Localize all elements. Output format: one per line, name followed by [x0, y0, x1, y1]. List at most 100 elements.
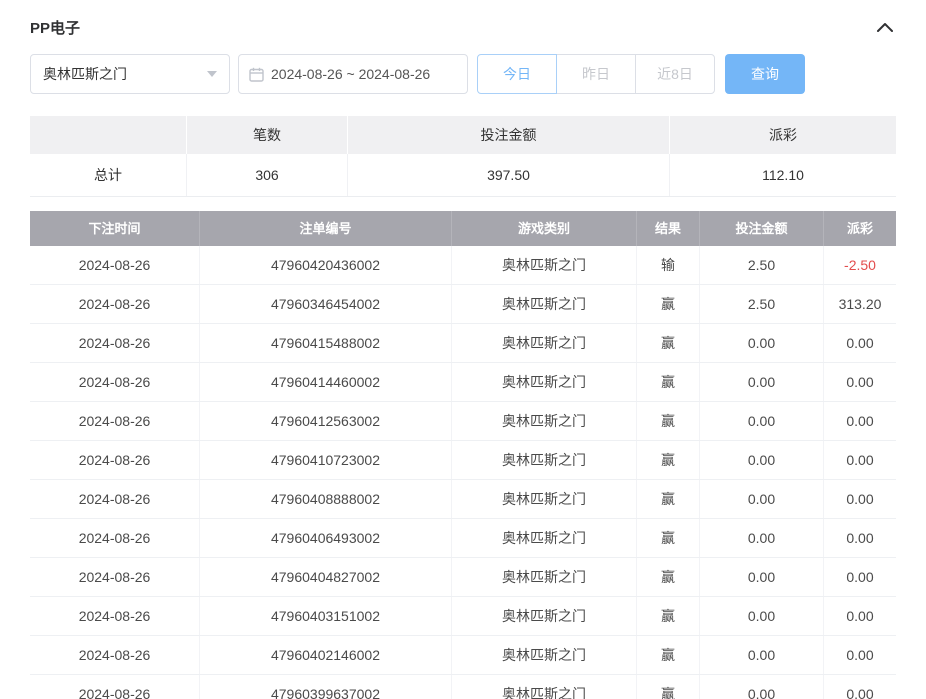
table-body: 2024-08-2647960420436002奥林匹斯之门输2.50-2.50… — [30, 246, 896, 699]
table-cell: 2024-08-26 — [30, 636, 200, 674]
table-cell: 0.00 — [824, 519, 896, 557]
table-cell: 0.00 — [824, 558, 896, 596]
table-cell: -2.50 — [824, 246, 896, 284]
table-cell: 奥林匹斯之门 — [452, 558, 637, 596]
table-cell: 赢 — [637, 636, 700, 674]
table-cell: 0.00 — [824, 441, 896, 479]
table-header-cell: 派彩 — [824, 211, 896, 246]
table-cell: 赢 — [637, 285, 700, 323]
table-cell: 0.00 — [824, 636, 896, 674]
table-cell: 0.00 — [700, 675, 824, 699]
quick-filter-button[interactable]: 今日 — [477, 54, 557, 94]
table-header-cell: 游戏类别 — [452, 211, 637, 246]
game-select-value: 奥林匹斯之门 — [43, 64, 127, 84]
summary-header-cell: 派彩 — [670, 116, 896, 154]
table-cell: 2024-08-26 — [30, 480, 200, 518]
table-cell: 奥林匹斯之门 — [452, 636, 637, 674]
table-row: 2024-08-2647960399637002奥林匹斯之门赢0.000.00 — [30, 675, 896, 699]
table-row: 2024-08-2647960403151002奥林匹斯之门赢0.000.00 — [30, 597, 896, 636]
table-cell: 奥林匹斯之门 — [452, 675, 637, 699]
table-cell: 赢 — [637, 402, 700, 440]
table-cell: 奥林匹斯之门 — [452, 363, 637, 401]
table-cell: 2024-08-26 — [30, 519, 200, 557]
table-cell: 奥林匹斯之门 — [452, 597, 637, 635]
summary-bet-amount-value: 397.50 — [348, 154, 670, 196]
table-cell: 0.00 — [700, 441, 824, 479]
table-cell: 0.00 — [824, 324, 896, 362]
search-button[interactable]: 查询 — [725, 54, 805, 94]
summary-header-cell: 笔数 — [187, 116, 348, 154]
table-cell: 0.00 — [824, 675, 896, 699]
table-cell: 奥林匹斯之门 — [452, 519, 637, 557]
table-cell: 2024-08-26 — [30, 597, 200, 635]
table-cell: 奥林匹斯之门 — [452, 285, 637, 323]
table-cell: 47960415488002 — [200, 324, 452, 362]
summary-header-cell — [30, 116, 187, 154]
filter-bar: 奥林匹斯之门 2024-08-26 ~ 2024-08-26 今日昨日近8日 查… — [30, 54, 896, 94]
table-cell: 赢 — [637, 324, 700, 362]
table-row: 2024-08-2647960404827002奥林匹斯之门赢0.000.00 — [30, 558, 896, 597]
table-row: 2024-08-2647960406493002奥林匹斯之门赢0.000.00 — [30, 519, 896, 558]
table-cell: 2024-08-26 — [30, 402, 200, 440]
table-cell: 0.00 — [700, 597, 824, 635]
table-cell: 0.00 — [700, 519, 824, 557]
table-cell: 0.00 — [824, 363, 896, 401]
table-cell: 47960420436002 — [200, 246, 452, 284]
table-cell: 0.00 — [700, 636, 824, 674]
chevron-up-icon — [876, 21, 894, 36]
table-cell: 47960404827002 — [200, 558, 452, 596]
table-cell: 47960410723002 — [200, 441, 452, 479]
table-cell: 47960412563002 — [200, 402, 452, 440]
table-cell: 0.00 — [824, 597, 896, 635]
table-cell: 2024-08-26 — [30, 285, 200, 323]
table-cell: 313.20 — [824, 285, 896, 323]
table-cell: 2024-08-26 — [30, 324, 200, 362]
table-cell: 奥林匹斯之门 — [452, 402, 637, 440]
table-cell: 47960346454002 — [200, 285, 452, 323]
table-cell: 47960408888002 — [200, 480, 452, 518]
table-cell: 0.00 — [700, 402, 824, 440]
table-cell: 47960403151002 — [200, 597, 452, 635]
quick-filter-button[interactable]: 昨日 — [556, 54, 636, 94]
table-cell: 0.00 — [700, 363, 824, 401]
table-cell: 赢 — [637, 519, 700, 557]
panel-title: PP电子 — [30, 17, 80, 38]
table-cell: 2024-08-26 — [30, 675, 200, 699]
summary-total-row: 总计 306 397.50 112.10 — [30, 154, 896, 197]
table-row: 2024-08-2647960414460002奥林匹斯之门赢0.000.00 — [30, 363, 896, 402]
date-range-value: 2024-08-26 ~ 2024-08-26 — [271, 66, 430, 82]
table-cell: 奥林匹斯之门 — [452, 441, 637, 479]
quick-filter-button[interactable]: 近8日 — [635, 54, 715, 94]
table-cell: 47960414460002 — [200, 363, 452, 401]
table-cell: 2024-08-26 — [30, 558, 200, 596]
table-cell: 赢 — [637, 597, 700, 635]
quick-filter-group: 今日昨日近8日 — [477, 54, 715, 94]
caret-down-icon — [207, 71, 217, 77]
table-cell: 47960402146002 — [200, 636, 452, 674]
table-row: 2024-08-2647960420436002奥林匹斯之门输2.50-2.50 — [30, 246, 896, 285]
summary-table: 笔数投注金额派彩 总计 306 397.50 112.10 — [30, 116, 896, 197]
table-cell: 赢 — [637, 675, 700, 699]
table-header-cell: 注单编号 — [200, 211, 452, 246]
bet-records-table: 下注时间注单编号游戏类别结果投注金额派彩 2024-08-26479604204… — [30, 211, 896, 699]
game-select[interactable]: 奥林匹斯之门 — [30, 54, 230, 94]
collapse-button[interactable] — [874, 19, 896, 35]
table-cell: 输 — [637, 246, 700, 284]
table-cell: 赢 — [637, 363, 700, 401]
table-cell: 赢 — [637, 441, 700, 479]
table-cell: 0.00 — [700, 558, 824, 596]
panel-header: PP电子 — [30, 14, 896, 40]
table-row: 2024-08-2647960415488002奥林匹斯之门赢0.000.00 — [30, 324, 896, 363]
table-row: 2024-08-2647960408888002奥林匹斯之门赢0.000.00 — [30, 480, 896, 519]
summary-header-row: 笔数投注金额派彩 — [30, 116, 896, 154]
date-range-input[interactable]: 2024-08-26 ~ 2024-08-26 — [238, 54, 468, 94]
summary-payout-value: 112.10 — [670, 154, 896, 196]
table-cell: 赢 — [637, 558, 700, 596]
table-row: 2024-08-2647960346454002奥林匹斯之门赢2.50313.2… — [30, 285, 896, 324]
table-header-cell: 投注金额 — [700, 211, 824, 246]
table-cell: 奥林匹斯之门 — [452, 246, 637, 284]
table-cell: 2.50 — [700, 285, 824, 323]
table-cell: 赢 — [637, 480, 700, 518]
table-cell: 2.50 — [700, 246, 824, 284]
table-row: 2024-08-2647960412563002奥林匹斯之门赢0.000.00 — [30, 402, 896, 441]
